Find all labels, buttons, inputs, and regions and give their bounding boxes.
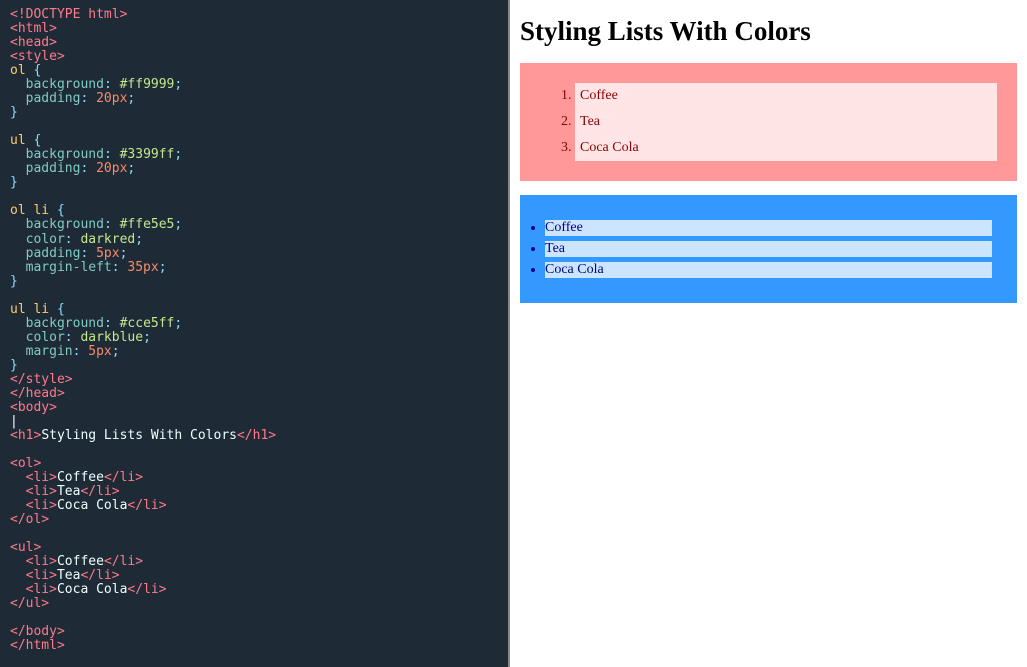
code-line[interactable]: ol li { xyxy=(10,204,498,218)
code-line[interactable]: background: #ff9999; xyxy=(10,78,498,92)
code-line[interactable]: padding: 20px; xyxy=(10,92,498,106)
code-line[interactable]: </ul> xyxy=(10,597,498,611)
code-line[interactable]: | xyxy=(10,415,498,429)
preview-heading: Styling Lists With Colors xyxy=(520,16,1017,47)
code-line[interactable]: <li>Coca Cola</li> xyxy=(10,499,498,513)
code-line[interactable] xyxy=(10,120,498,134)
code-line[interactable]: <h1>Styling Lists With Colors</h1> xyxy=(10,429,498,443)
code-line[interactable]: color: darkred; xyxy=(10,233,498,247)
code-line[interactable]: background: #ffe5e5; xyxy=(10,218,498,232)
code-line[interactable] xyxy=(10,527,498,541)
code-line[interactable]: ul li { xyxy=(10,303,498,317)
code-line[interactable]: <ol> xyxy=(10,457,498,471)
code-line[interactable]: <style> xyxy=(10,50,498,64)
code-line[interactable]: background: #3399ff; xyxy=(10,148,498,162)
list-item: Coca Cola xyxy=(545,262,992,278)
code-line[interactable]: <li>Coffee</li> xyxy=(10,555,498,569)
code-line[interactable]: background: #cce5ff; xyxy=(10,317,498,331)
ordered-list: CoffeeTeaCoca Cola xyxy=(520,63,1017,181)
list-item: Coffee xyxy=(575,83,997,109)
code-line[interactable]: padding: 5px; xyxy=(10,247,498,261)
list-item: Tea xyxy=(545,241,992,257)
code-line[interactable]: </html> xyxy=(10,639,498,653)
preview-pane: Styling Lists With Colors CoffeeTeaCoca … xyxy=(510,0,1027,667)
code-line[interactable] xyxy=(10,611,498,625)
code-line[interactable] xyxy=(10,289,498,303)
code-line[interactable]: <body> xyxy=(10,401,498,415)
code-line[interactable]: ol { xyxy=(10,64,498,78)
code-line[interactable]: </head> xyxy=(10,387,498,401)
code-line[interactable]: <html> xyxy=(10,22,498,36)
code-line[interactable] xyxy=(10,443,498,457)
list-item: Coca Cola xyxy=(575,135,997,161)
code-line[interactable]: </style> xyxy=(10,373,498,387)
code-line[interactable]: } xyxy=(10,359,498,373)
code-line[interactable] xyxy=(10,190,498,204)
code-line[interactable]: } xyxy=(10,275,498,289)
code-line[interactable]: } xyxy=(10,106,498,120)
code-editor-pane[interactable]: <!DOCTYPE html><html><head><style>ol { b… xyxy=(0,0,510,667)
code-line[interactable]: margin: 5px; xyxy=(10,345,498,359)
code-line[interactable]: <ul> xyxy=(10,541,498,555)
unordered-list: Coffee Tea Coca Cola xyxy=(520,195,1017,303)
code-line[interactable]: </body> xyxy=(10,625,498,639)
list-item: Coffee xyxy=(545,220,992,236)
code-line[interactable]: <li>Tea</li> xyxy=(10,569,498,583)
code-line[interactable]: <li>Coffee</li> xyxy=(10,471,498,485)
code-line[interactable]: <head> xyxy=(10,36,498,50)
code-line[interactable]: ul { xyxy=(10,134,498,148)
code-line[interactable]: color: darkblue; xyxy=(10,331,498,345)
code-line[interactable]: <li>Coca Cola</li> xyxy=(10,583,498,597)
code-line[interactable]: } xyxy=(10,176,498,190)
code-line[interactable]: </ol> xyxy=(10,513,498,527)
list-item: Tea xyxy=(575,109,997,135)
code-line[interactable]: padding: 20px; xyxy=(10,162,498,176)
code-line[interactable]: <li>Tea</li> xyxy=(10,485,498,499)
code-line[interactable]: <!DOCTYPE html> xyxy=(10,8,498,22)
code-line[interactable]: margin-left: 35px; xyxy=(10,261,498,275)
app-container: <!DOCTYPE html><html><head><style>ol { b… xyxy=(0,0,1027,667)
